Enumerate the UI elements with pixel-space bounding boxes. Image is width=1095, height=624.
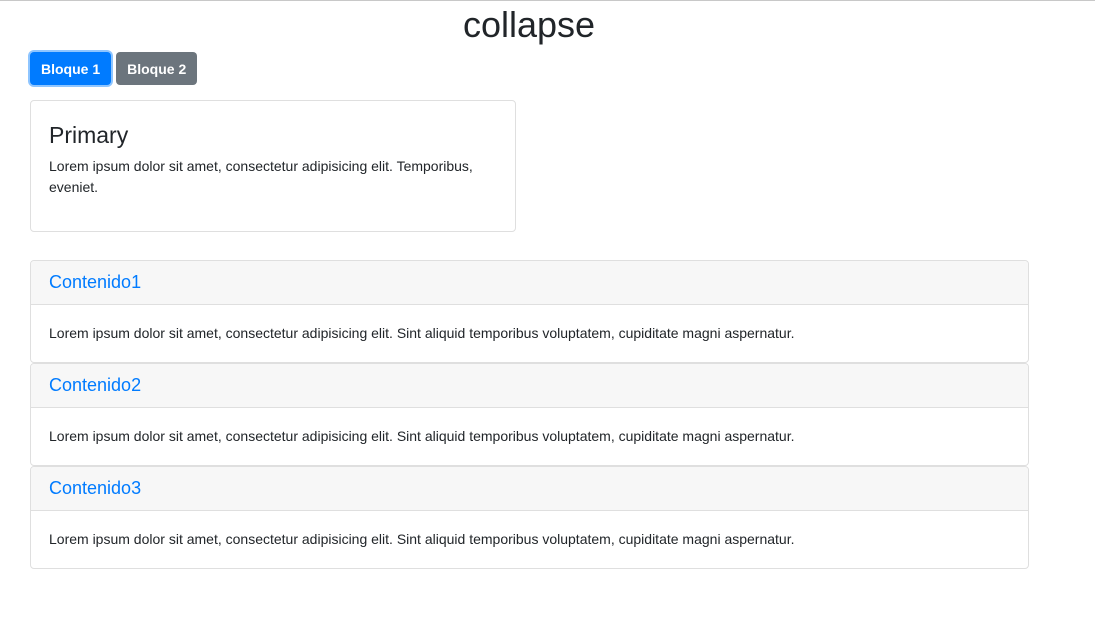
bloque-2-button[interactable]: Bloque 2	[116, 52, 198, 85]
accordion-header-2: Contenido2	[31, 364, 1028, 408]
accordion: Contenido1 Lorem ipsum dolor sit amet, c…	[30, 260, 1029, 569]
accordion-item-3: Contenido3 Lorem ipsum dolor sit amet, c…	[30, 466, 1029, 569]
primary-card: Primary Lorem ipsum dolor sit amet, cons…	[30, 100, 516, 232]
page-title: collapse	[462, 4, 596, 45]
card-title: Primary	[49, 122, 129, 148]
accordion-toggle-contenido2[interactable]: Contenido2	[49, 375, 141, 396]
top-divider	[0, 0, 1095, 1]
button-row: Bloque 1 Bloque 2	[30, 52, 198, 85]
accordion-header-3: Contenido3	[31, 467, 1028, 511]
accordion-body-3: Lorem ipsum dolor sit amet, consectetur …	[49, 531, 795, 547]
accordion-item-1: Contenido1 Lorem ipsum dolor sit amet, c…	[30, 260, 1029, 363]
accordion-body-1: Lorem ipsum dolor sit amet, consectetur …	[49, 325, 795, 341]
accordion-item-2: Contenido2 Lorem ipsum dolor sit amet, c…	[30, 363, 1029, 466]
accordion-toggle-contenido3[interactable]: Contenido3	[49, 478, 141, 499]
accordion-header-1: Contenido1	[31, 261, 1028, 305]
accordion-toggle-contenido1[interactable]: Contenido1	[49, 272, 141, 293]
accordion-body-2: Lorem ipsum dolor sit amet, consectetur …	[49, 428, 795, 444]
bloque-1-button[interactable]: Bloque 1	[30, 52, 112, 85]
card-text: Lorem ipsum dolor sit amet, consectetur …	[49, 158, 473, 195]
